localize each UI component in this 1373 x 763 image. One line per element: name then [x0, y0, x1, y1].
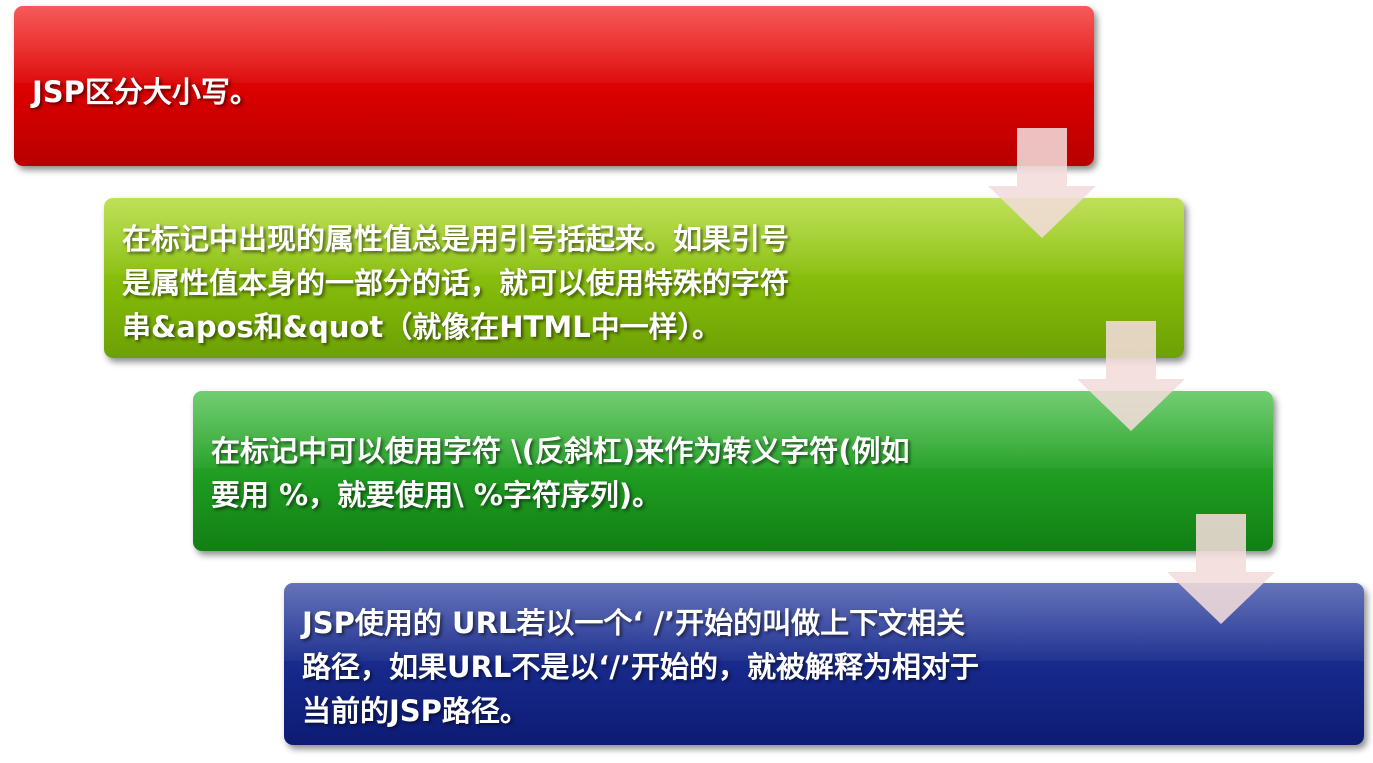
step-1-text: JSP区分大小写。 [32, 75, 259, 109]
process-step-1: JSP区分大小写。 [14, 6, 1094, 166]
down-arrow-icon [988, 128, 1096, 238]
down-arrow-icon [1077, 321, 1185, 431]
down-arrow-icon [1167, 514, 1275, 624]
step-3-text: 在标记中可以使用字符 \(反斜杠)来作为转义字符(例如 要用 %，就要使用\ %… [211, 434, 910, 512]
